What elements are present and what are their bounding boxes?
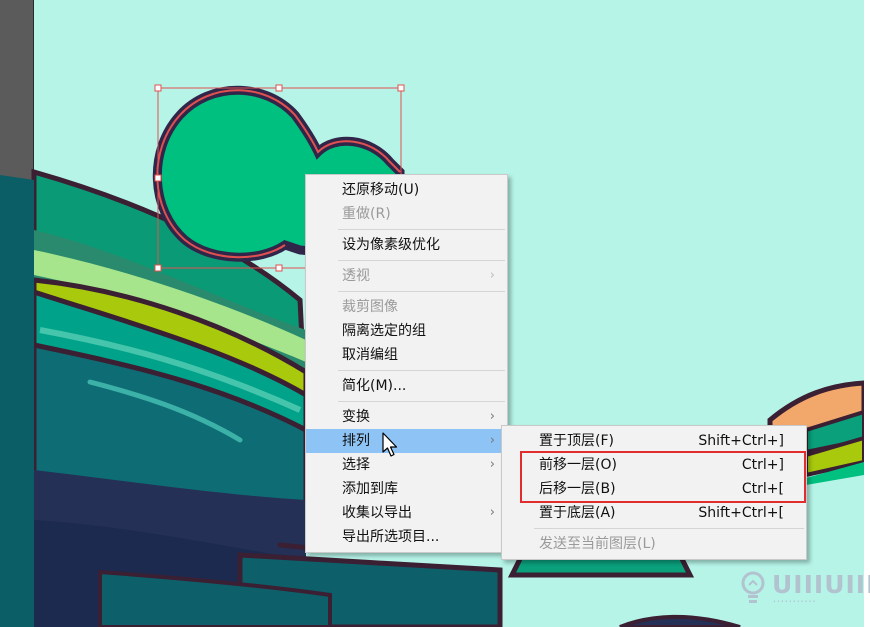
- menu-item-label: 收集以导出: [342, 505, 412, 521]
- menu-item-ungroup[interactable]: 取消编组: [306, 343, 507, 367]
- menu-item-undo-move[interactable]: 还原移动(U): [306, 178, 507, 202]
- menu-item-label: 取消编组: [342, 347, 398, 363]
- submenu-item-bring-to-front[interactable]: 置于顶层(F) Shift+Ctrl+]: [502, 429, 806, 453]
- menu-item-label: 重做(R): [342, 206, 391, 222]
- handle-top-middle[interactable]: [275, 84, 283, 92]
- menu-item-redo[interactable]: 重做(R): [306, 202, 507, 226]
- menu-item-label: 透视: [342, 268, 370, 284]
- menu-item-transform[interactable]: 变换 ›: [306, 405, 507, 429]
- menu-item-label: 置于底层(A): [539, 505, 616, 521]
- menu-separator: [338, 401, 505, 402]
- menu-item-crop-image[interactable]: 裁剪图像: [306, 295, 507, 319]
- watermark-subtext: •••••••••••: [773, 599, 817, 605]
- submenu-item-send-to-back[interactable]: 置于底层(A) Shift+Ctrl+[: [502, 501, 806, 525]
- chevron-right-icon: ›: [489, 433, 495, 448]
- right-edge: [864, 0, 870, 627]
- menu-separator: [338, 291, 505, 292]
- handle-middle-left[interactable]: [154, 174, 162, 182]
- menu-item-label: 置于顶层(F): [539, 433, 614, 449]
- menu-item-isolate-group[interactable]: 隔离选定的组: [306, 319, 507, 343]
- menu-item-arrange[interactable]: 排列 ›: [306, 429, 507, 453]
- handle-bottom-left[interactable]: [154, 264, 162, 272]
- menu-separator: [338, 229, 505, 230]
- edge-layer: [0, 175, 34, 627]
- shortcut-label: Shift+Ctrl+[: [698, 505, 784, 521]
- menu-item-label: 裁剪图像: [342, 299, 398, 315]
- submenu-item-send-to-current-layer[interactable]: 发送至当前图层(L): [502, 532, 806, 556]
- menu-item-pixel-optimize[interactable]: 设为像素级优化: [306, 233, 507, 257]
- shortcut-label: Shift+Ctrl+]: [698, 433, 784, 449]
- menu-item-label: 还原移动(U): [342, 182, 420, 198]
- chevron-right-icon: ›: [489, 505, 495, 520]
- lightbulb-icon: [741, 571, 765, 603]
- chevron-right-icon: ›: [489, 457, 495, 472]
- chevron-right-icon: ›: [489, 409, 495, 424]
- watermark-logo: UIIIUIII •••••••••••: [738, 570, 870, 610]
- watermark-text: UIIIUIII: [772, 570, 870, 599]
- menu-item-perspective[interactable]: 透视 ›: [306, 264, 507, 288]
- handle-bottom-middle[interactable]: [275, 264, 283, 272]
- annotation-highlight-box: [520, 451, 806, 503]
- menu-separator: [534, 528, 804, 529]
- ground-right: [619, 614, 741, 627]
- menu-item-label: 导出所选项目...: [342, 529, 440, 545]
- menu-separator: [338, 370, 505, 371]
- handle-top-right[interactable]: [397, 84, 405, 92]
- menu-item-select[interactable]: 选择 ›: [306, 453, 507, 477]
- menu-item-export-selection[interactable]: 导出所选项目...: [306, 525, 507, 549]
- menu-item-add-to-library[interactable]: 添加到库: [306, 477, 507, 501]
- chevron-right-icon: ›: [489, 268, 495, 283]
- menu-item-label: 简化(M)...: [342, 378, 407, 394]
- menu-item-label: 设为像素级优化: [342, 237, 440, 253]
- menu-item-label: 选择: [342, 457, 370, 473]
- menu-item-label: 添加到库: [342, 481, 398, 497]
- menu-separator: [338, 260, 505, 261]
- arrow-pointer-icon: [382, 432, 398, 457]
- menu-item-collect-for-export[interactable]: 收集以导出 ›: [306, 501, 507, 525]
- menu-item-label: 排列: [342, 433, 370, 449]
- menu-item-label: 隔离选定的组: [342, 323, 426, 339]
- handle-top-left[interactable]: [154, 84, 162, 92]
- menu-item-label: 发送至当前图层(L): [539, 536, 656, 552]
- menu-item-label: 变换: [342, 409, 370, 425]
- context-menu: 还原移动(U) 重做(R) 设为像素级优化 透视 › 裁剪图像 隔离选定的组 取消…: [305, 174, 508, 553]
- menu-item-simplify[interactable]: 简化(M)...: [306, 374, 507, 398]
